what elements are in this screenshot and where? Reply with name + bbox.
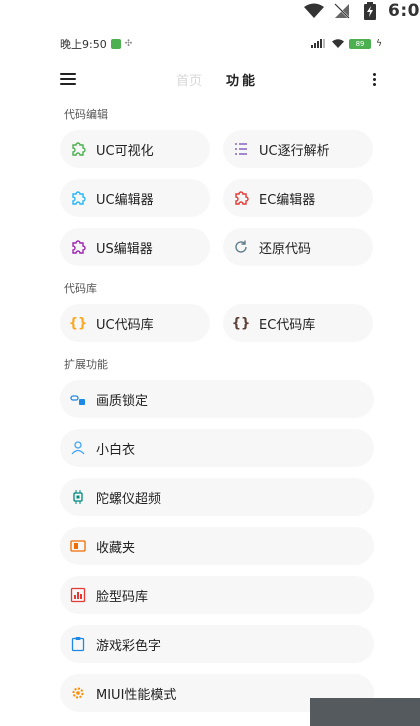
app-bar: 首页 功能 <box>48 58 388 100</box>
favorites-button[interactable]: 收藏夹 <box>60 527 374 565</box>
card-label: EC代码库 <box>259 317 316 333</box>
section-title-extensions: 扩展功能 <box>64 358 108 371</box>
tab-functions[interactable]: 功能 <box>226 70 258 89</box>
restore-icon <box>233 239 249 255</box>
fan-icon: ✣ <box>124 39 133 49</box>
code-edit-grid: UC可视化 UC逐行解析 UC编辑器 EC编辑器 US编辑器 还原代码 <box>48 130 388 266</box>
us-editor-button[interactable]: US编辑器 <box>60 228 210 266</box>
gear-icon <box>70 685 86 701</box>
no-signal-icon <box>332 2 352 20</box>
card-label: US编辑器 <box>96 241 153 257</box>
card-label: 还原代码 <box>259 241 312 257</box>
more-options-icon[interactable] <box>373 72 376 86</box>
wifi-small-icon <box>332 38 345 51</box>
app-status-bar: 晚上9:50 ✣ 89 ϟ <box>48 30 388 58</box>
ec-editor-button[interactable]: EC编辑器 <box>223 179 373 217</box>
overlay-corner <box>310 698 420 726</box>
list-icon <box>233 141 249 157</box>
uc-visual-button[interactable]: UC可视化 <box>60 130 210 168</box>
tab-bar: 首页 功能 <box>176 70 258 89</box>
extensions-list: 画质锁定 小白衣 陀螺仪超频 收藏夹 脸型码库 游戏彩色字 MIUI性能模式 <box>48 380 388 712</box>
signal-icon <box>311 38 327 51</box>
braces-icon: {} <box>231 315 251 331</box>
device-clock: 6:0 <box>388 1 420 21</box>
card-label: UC逐行解析 <box>259 143 330 159</box>
uc-editor-button[interactable]: UC编辑器 <box>60 179 210 217</box>
battery-icon: 89 <box>349 39 372 49</box>
section-title-code-edit: 代码编辑 <box>64 108 108 121</box>
person-icon <box>70 440 86 456</box>
app-window: 晚上9:50 ✣ 89 ϟ 首页 功能 代码编辑 UC可视化 UC逐行解析 UC… <box>48 30 388 712</box>
card-label: UC编辑器 <box>96 192 154 208</box>
card-label: EC编辑器 <box>259 192 316 208</box>
chart-icon <box>70 587 86 603</box>
row-label: 陀螺仪超频 <box>96 491 162 507</box>
bookmark-icon <box>70 538 86 554</box>
charging-icon: ϟ <box>376 39 382 49</box>
quality-lock-button[interactable]: 画质锁定 <box>60 380 374 418</box>
tab-home[interactable]: 首页 <box>176 70 202 89</box>
puzzle-icon <box>70 141 86 157</box>
ec-library-button[interactable]: {} EC代码库 <box>223 304 373 342</box>
battery-charging-icon <box>360 2 380 20</box>
restore-code-button[interactable]: 还原代码 <box>223 228 373 266</box>
row-label: 游戏彩色字 <box>96 638 162 654</box>
menu-icon[interactable] <box>60 73 76 85</box>
puzzle-icon <box>70 239 86 255</box>
game-colorful-text-button[interactable]: 游戏彩色字 <box>60 625 374 663</box>
uc-line-parse-button[interactable]: UC逐行解析 <box>223 130 373 168</box>
row-label: MIUI性能模式 <box>96 687 177 703</box>
card-label: UC可视化 <box>96 143 154 159</box>
uc-library-button[interactable]: {} UC代码库 <box>60 304 210 342</box>
row-label: 小白衣 <box>96 442 136 458</box>
app-notification-icon <box>110 39 121 49</box>
puzzle-icon <box>233 190 249 206</box>
puzzle-icon <box>70 190 86 206</box>
white-clothes-button[interactable]: 小白衣 <box>60 429 374 467</box>
device-status-bar: 6:0 <box>304 0 420 22</box>
gyro-overclock-button[interactable]: 陀螺仪超频 <box>60 478 374 516</box>
row-label: 收藏夹 <box>96 540 136 556</box>
chip-icon <box>70 489 86 505</box>
clipboard-icon <box>70 636 86 652</box>
face-code-library-button[interactable]: 脸型码库 <box>60 576 374 614</box>
link-lock-icon <box>70 391 86 407</box>
section-title-code-library: 代码库 <box>64 282 97 295</box>
status-time: 晚上9:50 <box>60 38 107 51</box>
wifi-icon <box>304 2 325 20</box>
row-label: 画质锁定 <box>96 393 149 409</box>
row-label: 脸型码库 <box>96 589 149 605</box>
card-label: UC代码库 <box>96 317 154 333</box>
braces-icon: {} <box>68 315 88 331</box>
code-library-grid: {} UC代码库 {} EC代码库 <box>48 304 388 342</box>
